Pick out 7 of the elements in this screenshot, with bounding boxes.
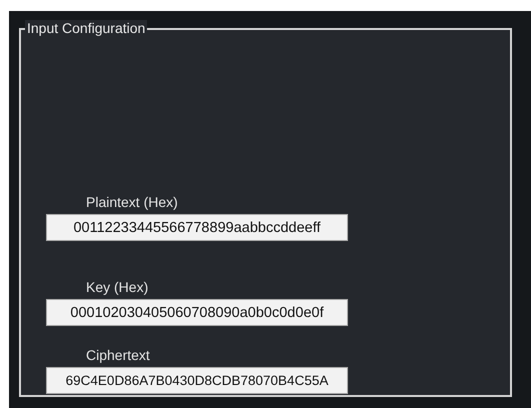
group-title: Input Configuration: [25, 20, 148, 36]
field-label: Key (Hex): [86, 279, 150, 295]
input-field[interactable]: 00112233445566778899aabbccddeeff: [46, 214, 348, 241]
input-field[interactable]: 69C4E0D86A7B0430D8CDB78070B4C55A: [46, 367, 348, 394]
field-label: Ciphertext: [86, 347, 151, 363]
input-field[interactable]: 000102030405060708090a0b0c0d0e0f: [46, 299, 348, 326]
field-label: Plaintext (Hex): [86, 194, 179, 210]
